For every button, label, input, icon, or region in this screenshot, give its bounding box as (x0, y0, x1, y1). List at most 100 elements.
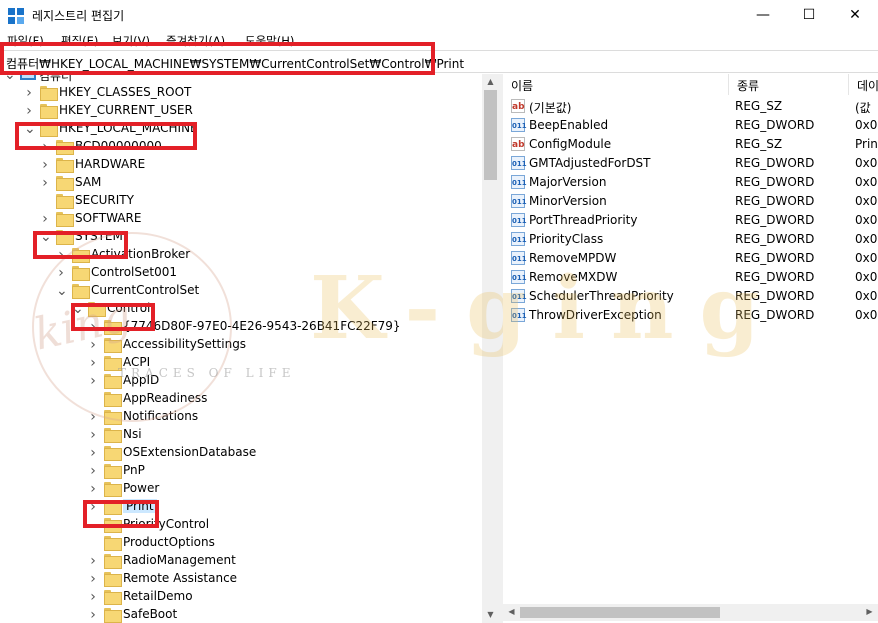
scroll-up-icon[interactable]: ▲ (482, 74, 499, 90)
list-horizontal-scrollbar[interactable]: ◀ ▶ (503, 604, 878, 621)
tree-node-label[interactable]: HKEY_CURRENT_USER (59, 103, 193, 117)
tree-node-label[interactable]: OSExtensionDatabase (123, 445, 256, 459)
list-scroll-thumb[interactable] (520, 607, 720, 618)
tree-node-label[interactable]: CurrentControlSet (91, 283, 199, 297)
tree-node[interactable]: › AccessibilitySettings (0, 336, 482, 354)
maximize-button[interactable]: ☐ (786, 0, 832, 31)
tree-node-label[interactable]: SAM (75, 175, 101, 189)
chevron-right-icon[interactable]: › (40, 176, 50, 190)
value-data: 0x0 (855, 175, 878, 189)
value-row[interactable]: 011 SchedulerThreadPriority REG_DWORD 0x0 (503, 287, 878, 306)
chevron-right-icon[interactable]: › (24, 86, 34, 100)
chevron-right-icon[interactable]: › (40, 212, 50, 226)
tree-node[interactable]: › Notifications (0, 408, 482, 426)
chevron-down-icon[interactable]: ⌄ (56, 284, 68, 298)
tree-node-label[interactable]: RadioManagement (123, 553, 236, 567)
tree-node[interactable]: ProductOptions (0, 534, 482, 552)
value-row[interactable]: ab ConfigModule REG_SZ Prin (503, 135, 878, 154)
tree-node[interactable]: › Print (0, 498, 482, 516)
value-row[interactable]: 011 MinorVersion REG_DWORD 0x0 (503, 192, 878, 211)
tree-node[interactable]: › Remote Assistance (0, 570, 482, 588)
tree-node[interactable]: AppReadiness (0, 390, 482, 408)
value-row[interactable]: ab (기본값) REG_SZ (값 (503, 97, 878, 116)
value-row[interactable]: 011 RemoveMPDW REG_DWORD 0x0 (503, 249, 878, 268)
tree-node[interactable]: › ACPI (0, 354, 482, 372)
tree-node[interactable]: › Power (0, 480, 482, 498)
column-name[interactable]: 이름 (503, 74, 729, 95)
chevron-right-icon[interactable]: › (88, 464, 98, 478)
tree-node[interactable]: › SOFTWARE (0, 210, 482, 228)
tree-node[interactable]: › SafeBoot (0, 606, 482, 623)
value-row[interactable]: 011 PortThreadPriority REG_DWORD 0x0 (503, 211, 878, 230)
tree-node-label[interactable]: AppReadiness (123, 391, 207, 405)
chevron-right-icon[interactable]: › (88, 608, 98, 622)
close-button[interactable]: ✕ (832, 0, 878, 31)
chevron-right-icon[interactable]: › (88, 554, 98, 568)
chevron-right-icon[interactable]: › (88, 428, 98, 442)
tree-node-label[interactable]: SECURITY (75, 193, 134, 207)
tree-node[interactable]: › ControlSet001 (0, 264, 482, 282)
chevron-right-icon[interactable]: › (88, 374, 98, 388)
tree-node-label[interactable]: ProductOptions (123, 535, 215, 549)
chevron-right-icon[interactable]: › (56, 266, 66, 280)
value-row[interactable]: 011 PriorityClass REG_DWORD 0x0 (503, 230, 878, 249)
value-row[interactable]: 011 GMTAdjustedForDST REG_DWORD 0x0 (503, 154, 878, 173)
value-row[interactable]: 011 BeepEnabled REG_DWORD 0x0 (503, 116, 878, 135)
tree-vertical-scrollbar[interactable]: ▲ ▼ (482, 74, 499, 623)
column-type[interactable]: 종류 (729, 74, 849, 95)
chevron-down-icon[interactable]: ⌄ (4, 74, 16, 82)
chevron-right-icon[interactable]: › (88, 446, 98, 460)
tree-node-label[interactable]: Notifications (123, 409, 198, 423)
chevron-right-icon[interactable]: › (88, 590, 98, 604)
chevron-right-icon[interactable]: › (24, 104, 34, 118)
key-tree-pane[interactable]: ⌄ 컴퓨터 › HKEY_CLASSES_ROOT › HKEY_CURRENT_USER… (0, 74, 498, 623)
tree-node-label[interactable]: Nsi (123, 427, 142, 441)
tree-node[interactable]: SECURITY (0, 192, 482, 210)
tree-node-label[interactable]: {7746D80F-97E0-4E26-9543-26B41FC22F79} (123, 319, 401, 333)
tree-node-label[interactable]: ControlSet001 (91, 265, 177, 279)
tree-node-label[interactable]: AppID (123, 373, 159, 387)
chevron-right-icon[interactable]: › (88, 572, 98, 586)
chevron-right-icon[interactable]: › (88, 410, 98, 424)
tree-node-label[interactable]: AccessibilitySettings (123, 337, 246, 351)
tree-node[interactable]: › HKEY_CLASSES_ROOT (0, 84, 482, 102)
chevron-right-icon[interactable]: › (88, 356, 98, 370)
chevron-right-icon[interactable]: › (88, 338, 98, 352)
tree-node-label[interactable]: Power (123, 481, 159, 495)
column-data[interactable]: 데이 (849, 74, 878, 95)
value-row[interactable]: 011 ThrowDriverException REG_DWORD 0x0 (503, 306, 878, 325)
value-list-pane[interactable]: 이름 종류 데이 ab (기본값) REG_SZ (값 011 BeepEnabled RE… (503, 74, 878, 623)
chevron-right-icon[interactable]: › (40, 158, 50, 172)
folder-icon (40, 104, 58, 119)
tree-node[interactable]: › PnP (0, 462, 482, 480)
tree-node[interactable]: › RetailDemo (0, 588, 482, 606)
tree-node-label[interactable]: HARDWARE (75, 157, 145, 171)
tree-node-label[interactable]: Remote Assistance (123, 571, 237, 585)
scroll-right-icon[interactable]: ▶ (861, 604, 878, 620)
value-row[interactable]: 011 RemoveMXDW REG_DWORD 0x0 (503, 268, 878, 287)
tree-node[interactable]: › HKEY_CURRENT_USER (0, 102, 482, 120)
tree-node-label[interactable]: ACPI (123, 355, 150, 369)
chevron-right-icon[interactable]: › (88, 482, 98, 496)
tree-node-label[interactable]: PnP (123, 463, 145, 477)
scroll-left-icon[interactable]: ◀ (503, 604, 520, 620)
minimize-button[interactable]: — (740, 0, 786, 31)
tree-node[interactable]: ⌄ 컴퓨터 (0, 74, 482, 84)
scroll-down-icon[interactable]: ▼ (482, 607, 499, 623)
tree-node[interactable]: › SAM (0, 174, 482, 192)
tree-scroll-thumb[interactable] (484, 90, 497, 180)
tree-node[interactable]: › OSExtensionDatabase (0, 444, 482, 462)
tree-node-label[interactable]: SOFTWARE (75, 211, 141, 225)
tree-node[interactable]: › AppID (0, 372, 482, 390)
tree-node-label[interactable]: HKEY_CLASSES_ROOT (59, 85, 191, 99)
value-row[interactable]: 011 MajorVersion REG_DWORD 0x0 (503, 173, 878, 192)
folder-icon (104, 338, 122, 353)
tree-node-label[interactable]: RetailDemo (123, 589, 193, 603)
tree-node-label[interactable]: 컴퓨터 (39, 74, 72, 84)
tree-node[interactable]: › HARDWARE (0, 156, 482, 174)
tree-node[interactable]: › RadioManagement (0, 552, 482, 570)
tree-node[interactable]: › Nsi (0, 426, 482, 444)
tree-node[interactable]: PriorityControl (0, 516, 482, 534)
tree-node-label[interactable]: SafeBoot (123, 607, 177, 621)
tree-node[interactable]: ⌄ CurrentControlSet (0, 282, 482, 300)
